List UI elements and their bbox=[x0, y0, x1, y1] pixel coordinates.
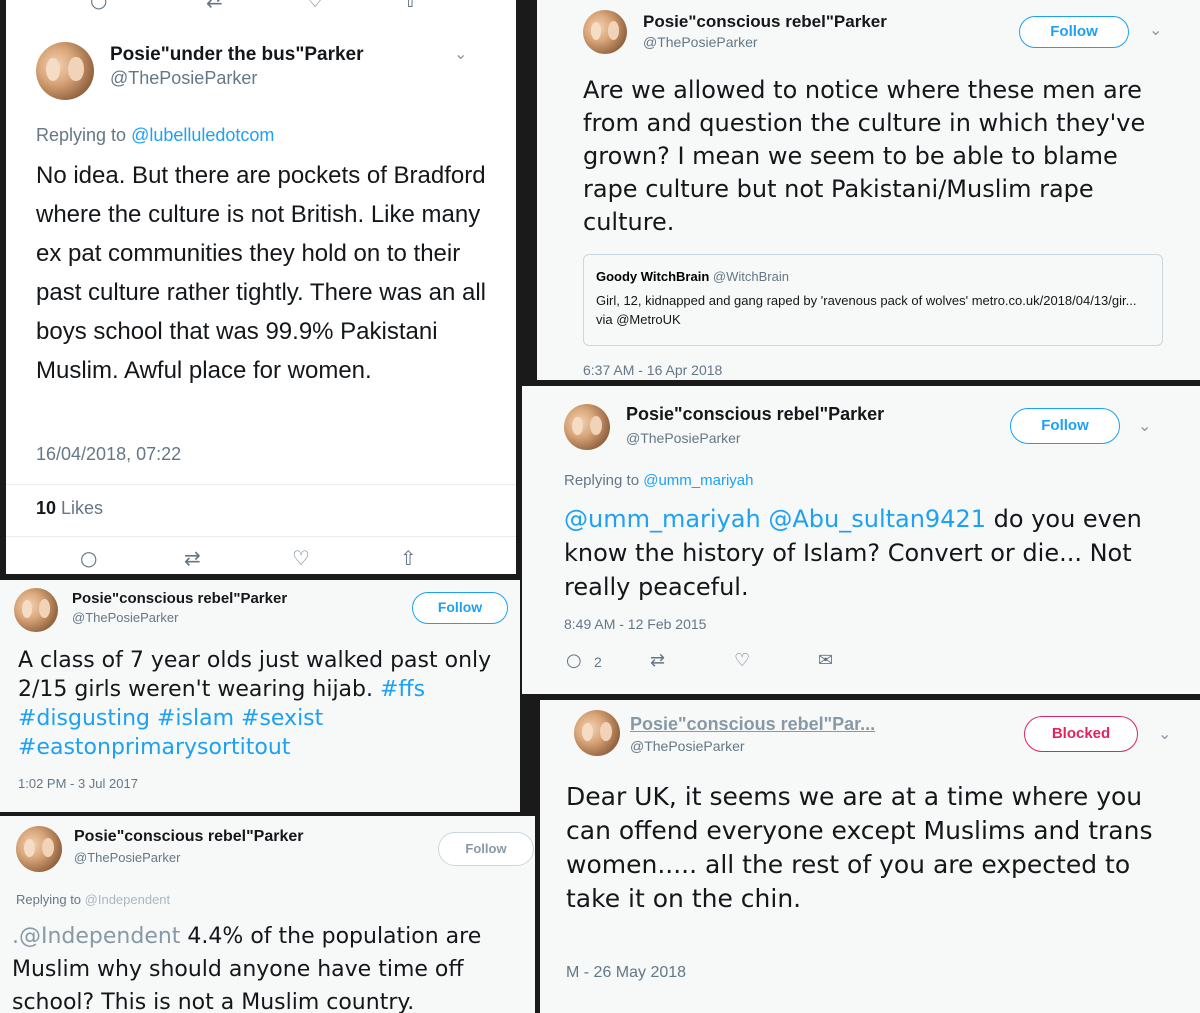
retweet-icon[interactable]: ⇄ bbox=[184, 546, 201, 570]
replying-label: Replying to bbox=[16, 892, 85, 907]
user-handle[interactable]: @ThePosieParker bbox=[74, 850, 180, 865]
like-icon-top[interactable]: ♡ bbox=[306, 0, 324, 12]
mention-link[interactable]: @umm_mariyah bbox=[564, 505, 761, 533]
quoted-text: Girl, 12, kidnapped and gang raped by 'r… bbox=[596, 293, 1137, 327]
retweet-icon-top[interactable]: ⇄ bbox=[206, 0, 223, 12]
display-name[interactable]: Posie"conscious rebel"Parker bbox=[74, 828, 304, 846]
quoted-tweet[interactable]: Goody WitchBrain @WitchBrain Girl, 12, k… bbox=[583, 254, 1163, 346]
user-handle[interactable]: @ThePosieParker bbox=[110, 68, 257, 89]
retweet-icon[interactable]: ⇄ bbox=[650, 650, 665, 671]
display-name[interactable]: Posie"conscious rebel"Par... bbox=[630, 714, 875, 735]
mention-link[interactable]: @Abu_sultan9421 bbox=[768, 505, 986, 533]
replying-to: Replying to @umm_mariyah bbox=[564, 472, 753, 489]
likes-count[interactable]: 10 Likes bbox=[36, 498, 103, 519]
chevron-down-icon[interactable]: ⌄ bbox=[454, 44, 467, 64]
chevron-down-icon[interactable]: ⌄ bbox=[1138, 416, 1151, 436]
tweet-text: .@Independent 4.4% of the population are… bbox=[12, 920, 532, 1013]
follow-button[interactable]: Follow bbox=[412, 592, 508, 624]
avatar[interactable] bbox=[574, 710, 620, 756]
user-handle[interactable]: @ThePosieParker bbox=[72, 610, 178, 625]
quoted-name: Goody WitchBrain bbox=[596, 269, 710, 284]
chevron-down-icon[interactable]: ⌄ bbox=[1149, 20, 1162, 40]
tweet-timestamp[interactable]: 16/04/2018, 07:22 bbox=[36, 444, 181, 465]
tweet-timestamp[interactable]: 8:49 AM - 12 Feb 2015 bbox=[564, 616, 706, 632]
user-handle[interactable]: @ThePosieParker bbox=[643, 34, 758, 50]
tweet-card-independent: Posie"conscious rebel"Parker @ThePosiePa… bbox=[0, 816, 535, 1013]
tweet-card-islam-history: Posie"conscious rebel"Parker @ThePosiePa… bbox=[522, 386, 1200, 694]
reply-count: 2 bbox=[594, 654, 602, 670]
replying-to: Replying to @lubelluledotcom bbox=[36, 125, 274, 146]
share-icon[interactable]: ⇧ bbox=[400, 546, 417, 570]
avatar[interactable] bbox=[16, 826, 62, 872]
follow-button[interactable]: Follow bbox=[1019, 16, 1129, 48]
avatar[interactable] bbox=[583, 10, 627, 54]
follow-button[interactable]: Follow bbox=[438, 832, 534, 866]
display-name[interactable]: Posie"under the bus"Parker bbox=[110, 44, 364, 66]
tweet-timestamp[interactable]: 6:37 AM - 16 Apr 2018 bbox=[583, 362, 722, 378]
user-handle[interactable]: @ThePosieParker bbox=[630, 738, 745, 754]
divider bbox=[6, 536, 516, 537]
display-name[interactable]: Posie"conscious rebel"Parker bbox=[72, 590, 287, 607]
reply-mention-link[interactable]: @lubelluledotcom bbox=[131, 125, 274, 145]
chevron-down-icon[interactable]: ⌄ bbox=[1158, 724, 1171, 744]
avatar[interactable] bbox=[14, 588, 58, 632]
tweet-card-under-the-bus: ○ ⇄ ♡ ⇧ Posie"under the bus"Parker @TheP… bbox=[6, 0, 516, 574]
reply-mention-link[interactable]: @Independent bbox=[85, 892, 171, 907]
quoted-handle: @WitchBrain bbox=[712, 269, 789, 284]
tweet-text: Dear UK, it seems we are at a time where… bbox=[566, 782, 1153, 913]
tweet-text: @umm_mariyah @Abu_sultan9421 do you even… bbox=[564, 502, 1164, 604]
likes-number: 10 bbox=[36, 498, 57, 518]
mail-icon[interactable]: ✉ bbox=[818, 650, 833, 671]
likes-label: Likes bbox=[56, 498, 104, 518]
tweet-timestamp[interactable]: 1:02 PM - 3 Jul 2017 bbox=[18, 776, 138, 791]
replying-label: Replying to bbox=[564, 472, 644, 489]
replying-to: Replying to @Independent bbox=[16, 892, 170, 907]
tweet-card-culture: Posie"conscious rebel"Parker @ThePosiePa… bbox=[537, 0, 1200, 380]
quoted-author: Goody WitchBrain @WitchBrain bbox=[596, 269, 789, 284]
blocked-button[interactable]: Blocked bbox=[1024, 716, 1138, 752]
like-icon[interactable]: ♡ bbox=[734, 650, 750, 671]
reply-mention-link[interactable]: @umm_mariyah bbox=[643, 472, 753, 489]
tweet-card-blocked: Posie"conscious rebel"Par... @ThePosiePa… bbox=[540, 700, 1200, 1013]
avatar[interactable] bbox=[564, 404, 610, 450]
avatar[interactable] bbox=[36, 42, 94, 100]
tweet-text: Are we allowed to notice where these men… bbox=[583, 76, 1146, 236]
tweet-text: A class of 7 year olds just walked past … bbox=[18, 646, 514, 762]
follow-button[interactable]: Follow bbox=[1010, 408, 1120, 444]
display-name[interactable]: Posie"conscious rebel"Parker bbox=[643, 12, 887, 32]
reply-icon-top[interactable]: ○ bbox=[90, 0, 107, 12]
like-icon[interactable]: ♡ bbox=[292, 546, 310, 570]
divider bbox=[6, 484, 516, 485]
reply-icon[interactable]: ○ bbox=[566, 650, 582, 671]
mention-link[interactable]: .@Independent bbox=[12, 924, 180, 949]
tweet-timestamp[interactable]: M - 26 May 2018 bbox=[566, 964, 686, 982]
user-handle[interactable]: @ThePosieParker bbox=[626, 430, 741, 446]
share-icon-top[interactable]: ⇧ bbox=[402, 0, 419, 12]
reply-icon[interactable]: ○ bbox=[80, 546, 97, 570]
replying-label: Replying to bbox=[36, 125, 132, 145]
tweet-text: No idea. But there are pockets of Bradfo… bbox=[36, 162, 486, 384]
tweet-card-hijab: Posie"conscious rebel"Parker @ThePosiePa… bbox=[0, 580, 520, 812]
display-name[interactable]: Posie"conscious rebel"Parker bbox=[626, 404, 884, 425]
